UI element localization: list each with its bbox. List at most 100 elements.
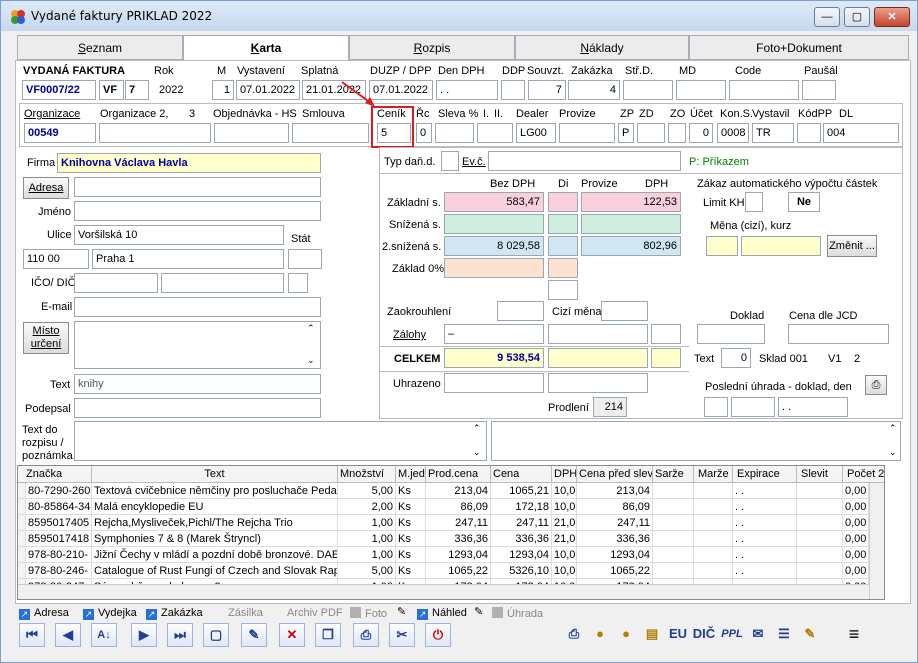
str-d-field[interactable] (623, 80, 673, 100)
table-cell[interactable]: 1,00 (338, 547, 396, 563)
table-cell[interactable]: Ks (396, 531, 426, 547)
tab-seznam[interactable]: Seznam (17, 35, 183, 60)
celkem-field[interactable]: 9 538,54 (444, 348, 544, 368)
table-cell[interactable]: 1065,21 (491, 483, 552, 499)
zalohy-field[interactable]: – (444, 324, 544, 344)
menu-button[interactable]: ≡ (841, 623, 867, 647)
link-vydejka[interactable]: ↗ Vydejka (83, 607, 137, 620)
table-cell[interactable]: Jižní Čechy v mládí a pozdní době bronzo… (92, 547, 338, 563)
table-cell[interactable]: 247,11 (577, 515, 653, 531)
snizena2-bez-field[interactable]: 8 029,58 (444, 236, 544, 256)
link-nahled[interactable]: ↗ Náhled (417, 607, 467, 620)
document-icon[interactable]: ▤ (639, 623, 665, 647)
tab-rozpis[interactable]: Rozpis (349, 35, 515, 60)
snizena-bez-field[interactable] (444, 214, 544, 234)
kodpp-field[interactable] (797, 123, 821, 143)
adresa-field[interactable] (74, 177, 321, 197)
misto-urceni-button[interactable]: Místo určení (23, 322, 69, 354)
col-header[interactable]: Prod.cena (426, 466, 491, 483)
zakladni-bez-field[interactable]: 583,47 (444, 192, 544, 212)
zmenit-button[interactable]: Změnit ... (827, 235, 877, 257)
table-cell[interactable] (797, 483, 843, 499)
table-cell[interactable] (694, 547, 733, 563)
link-zakazka[interactable]: ↗ Zakázka (146, 607, 203, 620)
firma-field[interactable]: Knihovna Václava Havla (57, 153, 321, 173)
table-cell[interactable]: 10,0 (552, 499, 577, 515)
report-icon[interactable]: ✎ (797, 623, 823, 647)
table-cell[interactable]: 1065,22 (426, 563, 491, 579)
pausal-field[interactable] (802, 80, 836, 100)
zalohy-cizi-field[interactable] (548, 324, 648, 344)
ucet-field[interactable]: 0 (689, 123, 713, 143)
table-cell[interactable] (653, 531, 694, 547)
zaokrouhleni-field[interactable] (497, 301, 544, 321)
table-cell[interactable]: 86,09 (426, 499, 491, 515)
text-count-field[interactable]: 0 (721, 348, 751, 368)
col-header[interactable]: Cena před slevou (577, 466, 653, 483)
table-cell[interactable] (797, 515, 843, 531)
stat-field[interactable] (288, 249, 322, 269)
table-cell[interactable] (694, 483, 733, 499)
last-record-button[interactable]: ⏭ (167, 623, 193, 647)
table-cell[interactable]: 336,36 (491, 531, 552, 547)
table-cell[interactable] (694, 515, 733, 531)
mena-field[interactable] (706, 236, 738, 256)
table-cell[interactable]: 10,0 (552, 563, 577, 579)
month-field[interactable]: 1 (212, 80, 234, 100)
rc-field[interactable]: 0 (416, 123, 432, 143)
sleva-i-field[interactable] (435, 123, 474, 143)
uhrazeno-cizi-field[interactable] (548, 373, 648, 393)
provize-field[interactable] (559, 123, 615, 143)
celkem-extra-field[interactable] (651, 348, 681, 368)
table-cell[interactable]: 978-80-246- (26, 563, 92, 579)
zakladni-dph-field[interactable]: 122,53 (581, 192, 681, 212)
table-cell[interactable]: 336,36 (426, 531, 491, 547)
table-cell[interactable]: 213,04 (577, 483, 653, 499)
table-cell[interactable] (694, 499, 733, 515)
table-cell[interactable]: 5326,10 (491, 563, 552, 579)
table-cell[interactable] (653, 499, 694, 515)
table-cell[interactable]: . . (733, 515, 797, 531)
table-cell[interactable]: 80-7290-260 (26, 483, 92, 499)
zakladni-di-field[interactable] (548, 192, 578, 212)
row-marker[interactable] (18, 563, 26, 579)
items-table[interactable]: Značka Text Množství M.jedn Prod.cena Ce… (17, 465, 885, 600)
col-header[interactable]: DPH (552, 466, 577, 483)
tab-foto-dokument[interactable]: Foto+Dokument (689, 35, 909, 60)
snizena2-di-field[interactable] (548, 236, 578, 256)
table-cell[interactable]: 80-85864-34 (26, 499, 92, 515)
list-icon[interactable]: ☰ (771, 623, 797, 647)
table-cell[interactable]: 247,11 (491, 515, 552, 531)
table-cell[interactable]: 336,36 (577, 531, 653, 547)
next-record-button[interactable]: ▶ (131, 623, 157, 647)
eu-button[interactable]: EU (665, 623, 691, 647)
vystavil-field[interactable]: TR (752, 123, 794, 143)
zaklad0-extra-field[interactable] (548, 280, 578, 300)
table-cell[interactable] (653, 515, 694, 531)
col-header[interactable]: Marže (694, 466, 733, 483)
zd-field[interactable] (637, 123, 665, 143)
series-field[interactable]: VF (99, 80, 124, 100)
den-dph-field[interactable]: . . (436, 80, 498, 100)
dic-extra-field[interactable] (288, 273, 308, 293)
dic-field[interactable] (161, 273, 284, 293)
table-cell[interactable]: 8595017405 (26, 515, 92, 531)
text-field[interactable]: knihy (74, 374, 321, 394)
table-cell[interactable]: 5,00 (338, 563, 396, 579)
table-cell[interactable]: . . (733, 483, 797, 499)
snizena-di-field[interactable] (548, 214, 578, 234)
table-cell[interactable]: 5,00 (338, 483, 396, 499)
sleva-ii-field[interactable] (477, 123, 513, 143)
table-cell[interactable] (653, 563, 694, 579)
table-cell[interactable]: . . (733, 531, 797, 547)
table-cell[interactable]: 1293,04 (426, 547, 491, 563)
posledni-doklad2-field[interactable] (731, 397, 775, 417)
scroll-down-icon[interactable]: ⌄ (473, 447, 481, 458)
prev-record-button[interactable]: ◀ (55, 623, 81, 647)
col-header[interactable]: Počet 2 (843, 466, 884, 483)
typ-dan-field[interactable] (441, 151, 459, 171)
table-cell[interactable]: 1065,22 (577, 563, 653, 579)
table-cell[interactable]: 978-80-210- (26, 547, 92, 563)
table-cell[interactable]: 21,0 (552, 531, 577, 547)
table-cell[interactable]: Ks (396, 499, 426, 515)
